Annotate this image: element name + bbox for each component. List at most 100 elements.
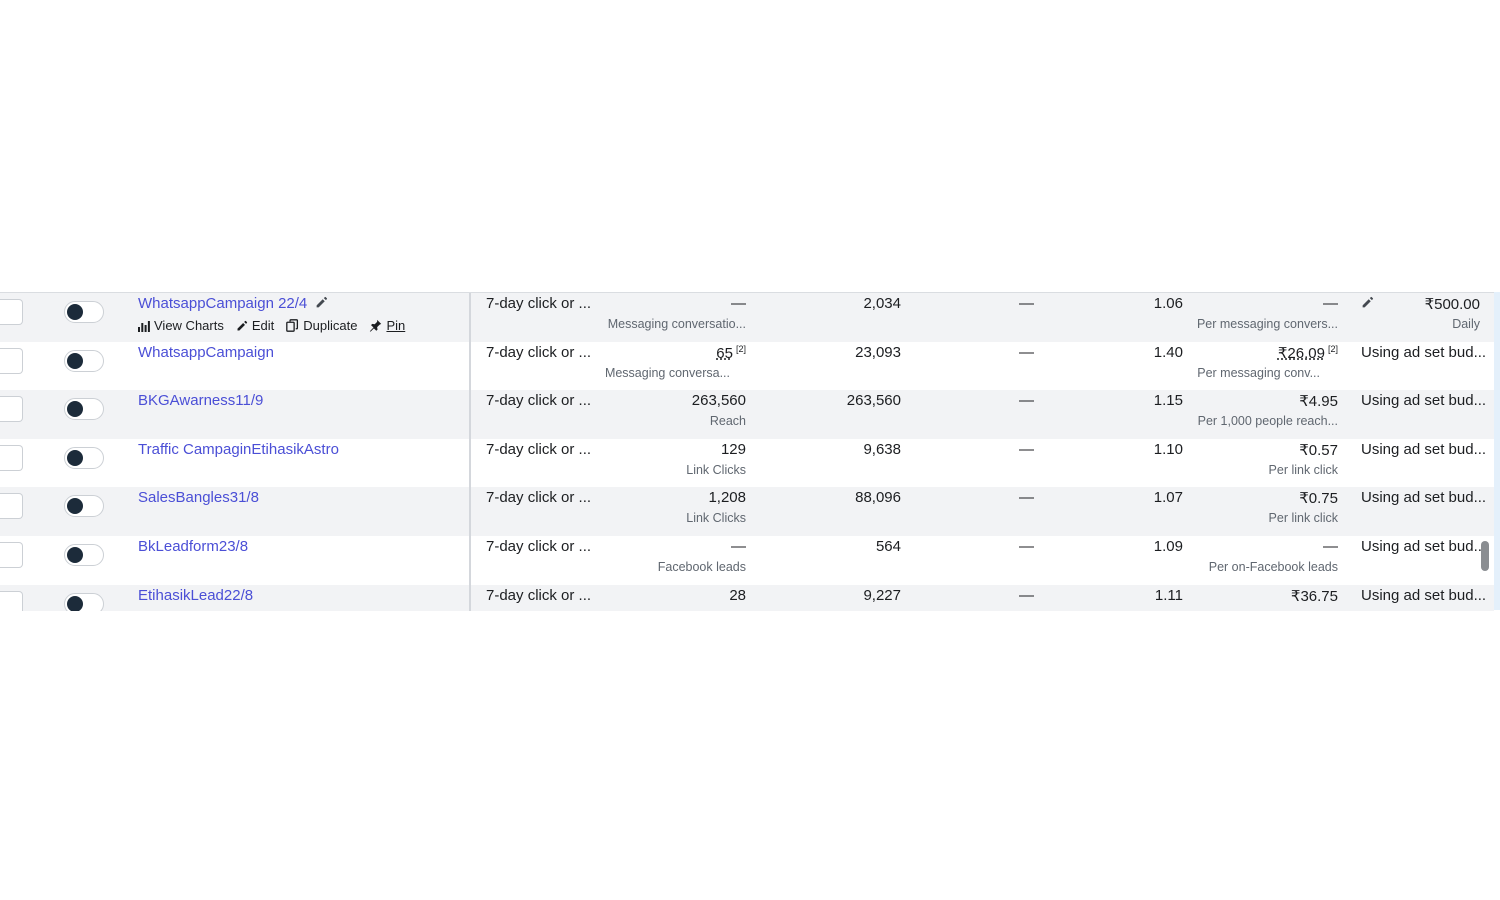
edit-button[interactable]: Edit bbox=[236, 318, 274, 333]
pin-button[interactable]: Pin bbox=[369, 318, 405, 333]
reach-value: 9,638 bbox=[863, 440, 901, 458]
vertical-scrollbar-track[interactable] bbox=[1494, 292, 1500, 610]
pencil-icon bbox=[237, 320, 247, 330]
campaign-toggle[interactable] bbox=[64, 544, 104, 566]
table-row[interactable]: BKGAwarness11/9 7-day click or ... 263,5… bbox=[0, 390, 1494, 439]
cost-per-result-value: ₹0.57 bbox=[1299, 441, 1338, 459]
toggle-knob bbox=[67, 304, 83, 320]
attribution-setting: 7-day click or ... bbox=[486, 440, 592, 458]
cost-per-result-value: — bbox=[1323, 538, 1338, 555]
budget-value: Using ad set bud... bbox=[1361, 489, 1487, 507]
campaign-name[interactable]: BkLeadform23/8 bbox=[138, 538, 248, 555]
impressions-value: — bbox=[1019, 538, 1034, 555]
campaign-toggle[interactable] bbox=[64, 301, 104, 323]
frequency-value: 1.10 bbox=[1153, 440, 1183, 458]
budget-value[interactable]: ₹500.00 bbox=[1425, 295, 1480, 313]
cost-per-result-value: ₹26.09 [2] bbox=[1278, 344, 1338, 362]
budget-value: Using ad set bud... bbox=[1361, 586, 1487, 604]
results-value: 263,560 bbox=[691, 392, 746, 410]
pencil-icon[interactable] bbox=[315, 296, 328, 313]
table-row[interactable]: BkLeadform23/8 7-day click or ... — Face… bbox=[0, 536, 1494, 585]
campaign-table: WhatsappCampaign 22/4 View Charts Edit D… bbox=[0, 292, 1500, 611]
results-type: Reach bbox=[709, 414, 746, 429]
frequency-value: 1.09 bbox=[1153, 538, 1183, 555]
reach-value: 263,560 bbox=[846, 392, 901, 410]
row-checkbox[interactable] bbox=[0, 299, 23, 325]
cost-per-result-value: ₹36.75 bbox=[1290, 587, 1338, 605]
view-charts-button[interactable]: View Charts bbox=[138, 318, 224, 333]
impressions-value: — bbox=[1019, 295, 1034, 312]
attribution-setting: 7-day click or ... bbox=[486, 586, 592, 604]
results-value: 28 bbox=[729, 586, 746, 604]
results-type: Link Clicks bbox=[686, 511, 746, 526]
row-checkbox[interactable] bbox=[0, 396, 23, 423]
results-type: Facebook leads bbox=[657, 560, 746, 574]
row-checkbox[interactable] bbox=[0, 542, 23, 568]
budget-value: Using ad set bud... bbox=[1361, 538, 1487, 555]
cost-per-result-type: Per messaging conv... bbox=[1197, 365, 1320, 380]
reach-value: 564 bbox=[875, 538, 901, 555]
table-row[interactable]: WhatsappCampaign 7-day click or ... 65 [2… bbox=[0, 342, 1494, 391]
table-row[interactable]: SalesBangles31/8 7-day click or ... 1,20… bbox=[0, 487, 1494, 536]
impressions-value: — bbox=[1019, 440, 1034, 458]
row-checkbox[interactable] bbox=[0, 444, 23, 471]
pin-label: Pin bbox=[386, 318, 406, 333]
results-value: 129 bbox=[720, 440, 746, 458]
duplicate-button[interactable]: Duplicate bbox=[286, 318, 357, 333]
campaign-toggle[interactable] bbox=[64, 495, 104, 518]
results-type: Messaging conversa... bbox=[604, 365, 730, 380]
cost-number[interactable]: ₹26.09 bbox=[1278, 345, 1325, 362]
campaign-toggle[interactable] bbox=[64, 446, 104, 469]
campaign-name[interactable]: WhatsappCampaign 22/4 bbox=[138, 295, 307, 312]
campaign-name[interactable]: EtihasikLead22/8 bbox=[138, 587, 253, 604]
toggle-knob bbox=[67, 352, 83, 369]
impressions-value: — bbox=[1019, 343, 1034, 361]
results-value: 1,208 bbox=[708, 489, 746, 507]
results-number[interactable]: 65 bbox=[716, 345, 733, 362]
reach-value: 9,227 bbox=[863, 586, 901, 604]
results-type: Messaging conversatio... bbox=[607, 317, 746, 331]
reach-value: 88,096 bbox=[855, 489, 901, 507]
edit-budget-icon[interactable] bbox=[1361, 296, 1374, 314]
frequency-value: 1.15 bbox=[1153, 392, 1183, 410]
row-checkbox[interactable] bbox=[0, 590, 23, 611]
vertical-scrollbar-thumb[interactable] bbox=[1481, 541, 1489, 571]
attribution-setting: 7-day click or ... bbox=[486, 295, 592, 312]
budget-type: Daily bbox=[1452, 317, 1480, 331]
cost-footnote[interactable]: [2] bbox=[1328, 344, 1338, 354]
campaign-name[interactable]: BKGAwarness11/9 bbox=[138, 392, 263, 409]
duplicate-label: Duplicate bbox=[303, 318, 358, 333]
results-value: 65 [2] bbox=[716, 344, 746, 362]
campaign-name[interactable]: WhatsappCampaign bbox=[138, 344, 274, 361]
table-row[interactable]: Traffic CampaginEtihasikAstro 7-day clic… bbox=[0, 439, 1494, 488]
frozen-column-divider[interactable] bbox=[469, 293, 471, 611]
impressions-value: — bbox=[1019, 586, 1034, 604]
attribution-setting: 7-day click or ... bbox=[486, 392, 592, 410]
results-type: Link Clicks bbox=[686, 462, 746, 477]
campaign-toggle[interactable] bbox=[64, 349, 104, 372]
table-row[interactable]: WhatsappCampaign 22/4 View Charts Edit D… bbox=[0, 293, 1494, 342]
frequency-value: 1.06 bbox=[1153, 295, 1183, 312]
budget-value: Using ad set bud... bbox=[1361, 440, 1487, 458]
budget-value: Using ad set bud... bbox=[1361, 392, 1487, 410]
attribution-setting: 7-day click or ... bbox=[486, 343, 592, 361]
campaign-toggle[interactable] bbox=[64, 398, 104, 421]
row-checkbox[interactable] bbox=[0, 347, 23, 374]
cost-per-result-type: Per 1,000 people reach... bbox=[1197, 414, 1338, 429]
campaign-name[interactable]: Traffic CampaginEtihasikAstro bbox=[138, 441, 339, 458]
results-footnote[interactable]: [2] bbox=[736, 344, 746, 354]
cost-per-result-value: ₹4.95 bbox=[1299, 393, 1338, 411]
toggle-knob bbox=[67, 547, 83, 563]
campaign-toggle[interactable] bbox=[64, 592, 104, 611]
table-row[interactable]: EtihasikLead22/8 7-day click or ... 28 9… bbox=[0, 584, 1494, 611]
toggle-knob bbox=[67, 498, 83, 515]
toggle-knob bbox=[67, 595, 83, 611]
cost-per-result-value: — bbox=[1323, 295, 1338, 312]
results-value: — bbox=[731, 295, 746, 312]
cost-per-result-type: Per link click bbox=[1268, 511, 1338, 526]
campaign-name-link[interactable]: WhatsappCampaign 22/4 bbox=[138, 295, 328, 313]
toggle-knob bbox=[67, 449, 83, 466]
row-checkbox[interactable] bbox=[0, 493, 23, 520]
campaign-name[interactable]: SalesBangles31/8 bbox=[138, 489, 259, 506]
reach-value: 23,093 bbox=[855, 343, 901, 361]
